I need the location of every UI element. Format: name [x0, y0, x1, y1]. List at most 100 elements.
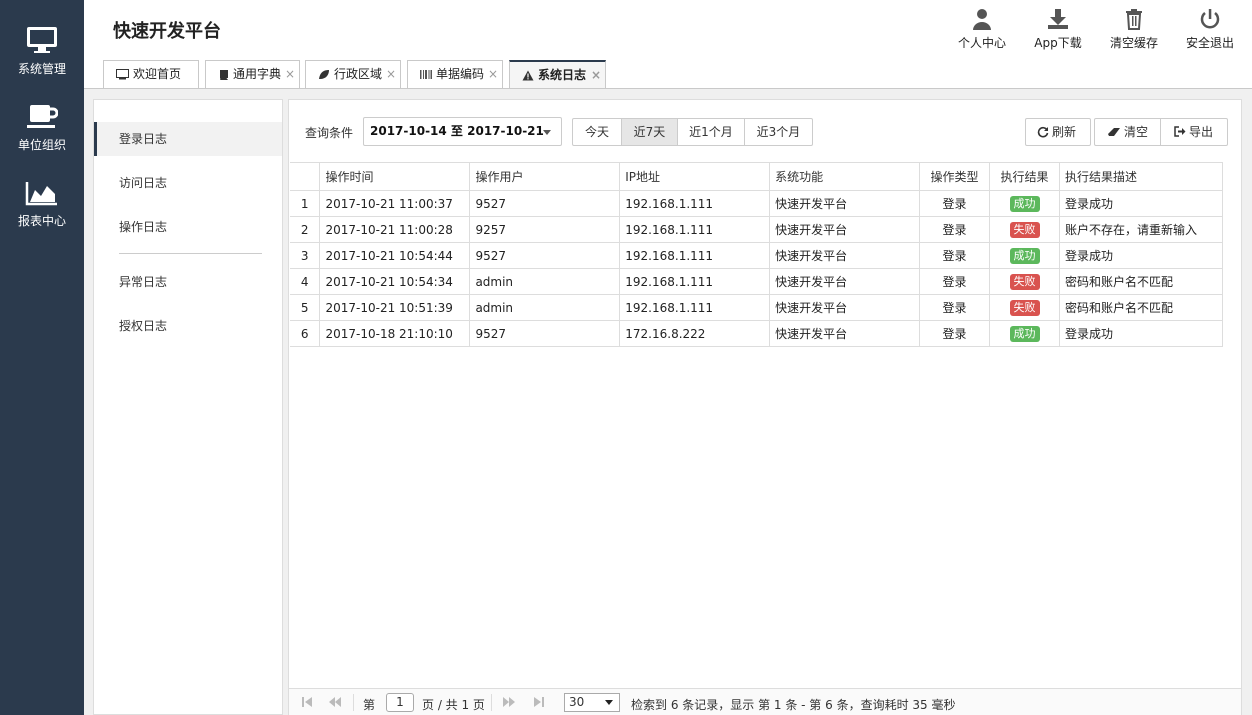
- tab-general-dictionary[interactable]: 通用字典 ×: [205, 60, 300, 88]
- status-badge: 成功: [1009, 325, 1040, 342]
- cell-time: 2017-10-21 10:51:39: [319, 294, 471, 321]
- quick-range-group: 今天 近7天 近1个月 近3个月: [572, 118, 813, 146]
- first-page-icon[interactable]: [297, 694, 317, 710]
- table-row[interactable]: 1 2017-10-21 11:00:37 9527 192.168.1.111 快速开…: [290, 190, 1224, 217]
- personal-center-button[interactable]: 个人中心: [944, 6, 1020, 51]
- barcode-icon: [420, 70, 432, 79]
- tab-administrative-region[interactable]: 行政区域 ×: [305, 60, 401, 88]
- clear-export-group: 清空 导出: [1094, 118, 1228, 146]
- table-row[interactable]: 5 2017-10-21 10:51:39 admin 192.168.1.111 快速…: [290, 294, 1224, 321]
- tab-document-code[interactable]: 单据编码 ×: [407, 60, 503, 88]
- row-index: 3: [290, 242, 321, 269]
- close-icon[interactable]: ×: [285, 61, 295, 88]
- cell-result: 成功: [989, 320, 1060, 347]
- leaf-icon: [319, 70, 329, 79]
- nav-item-authorization-log[interactable]: 授权日志: [94, 309, 282, 343]
- column-header-ip[interactable]: IP地址: [619, 162, 771, 191]
- table-row[interactable]: 6 2017-10-18 21:10:10 9527 172.16.8.222 快速开发…: [290, 320, 1224, 347]
- refresh-label: 刷新: [1052, 125, 1077, 139]
- clear-log-button[interactable]: 清空: [1094, 118, 1161, 146]
- close-icon[interactable]: ×: [488, 61, 498, 88]
- tab-welcome[interactable]: 欢迎首页: [103, 60, 199, 88]
- tab-label: 欢迎首页: [133, 67, 182, 81]
- tab-system-log[interactable]: 系统日志 ×: [509, 60, 606, 88]
- cell-description: 登录成功: [1059, 320, 1224, 347]
- page-size-select[interactable]: 30: [564, 693, 620, 712]
- nav-item-access-log[interactable]: 访问日志: [94, 166, 282, 200]
- nav-item-operation-log[interactable]: 操作日志: [94, 210, 282, 244]
- tab-label: 通用字典: [233, 67, 282, 81]
- close-icon[interactable]: ×: [386, 61, 396, 88]
- login-log-table: 操作时间 操作用户 IP地址 系统功能 操作类型 执行结果 执行结果描述 1 20…: [290, 162, 1224, 347]
- export-icon: [1174, 126, 1186, 137]
- cell-ip: 192.168.1.111: [619, 242, 771, 269]
- table-row[interactable]: 4 2017-10-21 10:54:34 admin 192.168.1.111 快速…: [290, 268, 1224, 295]
- pager-divider: [491, 694, 492, 711]
- next-page-icon[interactable]: [499, 694, 519, 710]
- cell-user: 9527: [469, 190, 621, 217]
- refresh-button[interactable]: 刷新: [1025, 118, 1091, 146]
- row-index: 1: [290, 190, 321, 217]
- filter-label: 查询条件: [305, 126, 354, 140]
- range-today-button[interactable]: 今天: [572, 118, 622, 146]
- cell-description: 登录成功: [1059, 242, 1224, 269]
- clear-cache-label: 清空缓存: [1109, 36, 1158, 50]
- tab-label: 单据编码: [436, 67, 485, 81]
- cell-function: 快速开发平台: [769, 190, 921, 217]
- status-badge: 失败: [1009, 273, 1040, 290]
- nav-item-login-log[interactable]: 登录日志: [94, 122, 282, 156]
- cell-ip: 192.168.1.111: [619, 216, 771, 243]
- clear-cache-button[interactable]: 清空缓存: [1096, 6, 1172, 51]
- power-icon: [1200, 9, 1220, 29]
- column-header-function[interactable]: 系统功能: [769, 162, 921, 191]
- cell-result: 成功: [989, 190, 1060, 217]
- app-download-button[interactable]: App下载: [1020, 6, 1096, 51]
- status-badge: 成功: [1009, 195, 1040, 212]
- pager-divider: [353, 694, 354, 711]
- cell-user: admin: [469, 268, 621, 295]
- export-label: 导出: [1189, 125, 1214, 139]
- sidebar-item-reports[interactable]: 报表中心: [0, 180, 84, 229]
- export-button[interactable]: 导出: [1160, 118, 1228, 146]
- close-icon[interactable]: ×: [591, 62, 601, 89]
- cell-type: 登录: [919, 268, 991, 295]
- nav-item-exception-log[interactable]: 异常日志: [94, 265, 282, 299]
- table-row[interactable]: 3 2017-10-21 10:54:44 9527 192.168.1.111 快速开…: [290, 242, 1224, 269]
- column-header-result[interactable]: 执行结果: [989, 162, 1060, 191]
- cell-function: 快速开发平台: [769, 268, 921, 295]
- cell-function: 快速开发平台: [769, 320, 921, 347]
- chevron-down-icon: [605, 700, 613, 705]
- date-range-select[interactable]: 2017-10-14 至 2017-10-21: [363, 117, 562, 146]
- range-7days-button[interactable]: 近7天: [621, 118, 678, 146]
- last-page-icon[interactable]: [529, 694, 549, 710]
- range-1month-button[interactable]: 近1个月: [677, 118, 745, 146]
- page-total-text: 页 / 共 1 页: [422, 698, 485, 712]
- cell-time: 2017-10-21 10:54:44: [319, 242, 471, 269]
- column-header-type[interactable]: 操作类型: [919, 162, 991, 191]
- cell-ip: 192.168.1.111: [619, 268, 771, 295]
- previous-page-icon[interactable]: [325, 694, 345, 710]
- cell-description: 登录成功: [1059, 190, 1224, 217]
- logout-button[interactable]: 安全退出: [1172, 6, 1248, 51]
- date-range-value: 2017-10-14 至 2017-10-21: [370, 124, 544, 138]
- column-header-user[interactable]: 操作用户: [469, 162, 621, 191]
- sidebar-item-organization[interactable]: 单位组织: [0, 104, 84, 153]
- cell-ip: 192.168.1.111: [619, 294, 771, 321]
- log-panel: 查询条件 2017-10-14 至 2017-10-21 今天 近7天 近1个月…: [288, 99, 1242, 715]
- column-header-description[interactable]: 执行结果描述: [1059, 162, 1224, 191]
- page-number-input[interactable]: 1: [386, 693, 414, 712]
- cell-type: 登录: [919, 294, 991, 321]
- range-3months-button[interactable]: 近3个月: [744, 118, 813, 146]
- cell-type: 登录: [919, 216, 991, 243]
- status-badge: 成功: [1009, 247, 1040, 264]
- cell-result: 成功: [989, 242, 1060, 269]
- table-row[interactable]: 2 2017-10-21 11:00:28 9257 192.168.1.111 快速开…: [290, 216, 1224, 243]
- cell-ip: 172.16.8.222: [619, 320, 771, 347]
- column-header-time[interactable]: 操作时间: [319, 162, 471, 191]
- refresh-icon: [1037, 126, 1049, 137]
- chevron-down-icon: [543, 130, 551, 135]
- trash-icon: [1126, 9, 1142, 30]
- pager-summary: 检索到 6 条记录，显示 第 1 条 - 第 6 条，查询耗时 35 毫秒: [631, 698, 956, 712]
- sidebar-item-system[interactable]: 系统管理: [0, 26, 84, 77]
- cell-type: 登录: [919, 320, 991, 347]
